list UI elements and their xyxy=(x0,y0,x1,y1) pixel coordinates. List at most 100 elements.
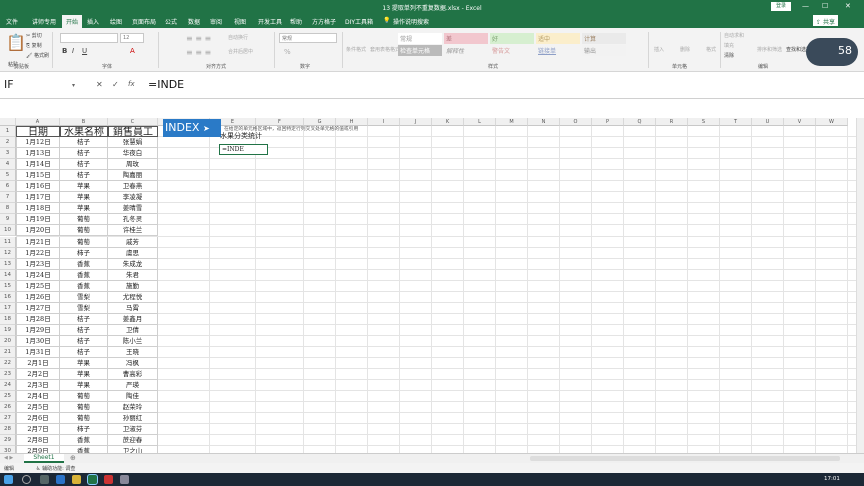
column-header[interactable]: V xyxy=(784,118,816,126)
app-icon[interactable] xyxy=(120,475,129,484)
table-cell[interactable]: 桔子 xyxy=(60,159,108,171)
close-button[interactable]: ✕ xyxy=(845,2,851,10)
tab-0[interactable]: 文件 xyxy=(6,17,18,26)
row-header[interactable]: 26 xyxy=(0,402,16,414)
row-header[interactable]: 28 xyxy=(0,424,16,436)
scroll-left-icon[interactable]: ◀ ▶ xyxy=(4,455,13,461)
table-cell[interactable]: 1月12日 xyxy=(16,137,60,149)
wrap-text-button[interactable]: 自动换行 xyxy=(228,34,248,41)
table-cell[interactable]: 虞思 xyxy=(108,247,158,259)
sheet-tab[interactable]: Sheet1 xyxy=(24,454,64,463)
format-cells-button[interactable]: 格式 xyxy=(706,46,716,53)
enter-icon[interactable]: ✓ xyxy=(112,80,119,89)
table-cell[interactable]: 1月22日 xyxy=(16,247,60,259)
table-cell[interactable]: 朱君 xyxy=(108,269,158,281)
style-bad[interactable]: 差 xyxy=(444,33,488,44)
autocomplete-suggestion[interactable]: INDEX ➤ xyxy=(163,119,221,137)
column-header[interactable]: I xyxy=(368,118,400,126)
table-cell[interactable]: 葡萄 xyxy=(60,225,108,237)
insert-function-icon[interactable]: fx xyxy=(128,80,135,88)
cancel-icon[interactable]: ✕ xyxy=(96,80,103,89)
row-header[interactable]: 12 xyxy=(0,247,16,259)
table-cell[interactable]: 1月20日 xyxy=(16,225,60,237)
table-cell[interactable]: 桔子 xyxy=(60,170,108,182)
table-cell[interactable]: 1月26日 xyxy=(16,291,60,303)
table-cell[interactable]: 朱成龙 xyxy=(108,258,158,270)
table-cell[interactable]: 2月1日 xyxy=(16,358,60,370)
table-cell[interactable]: 苹果 xyxy=(60,380,108,392)
style-warning[interactable]: 警告文 xyxy=(490,45,534,56)
insert-cells-button[interactable]: 插入 xyxy=(654,46,664,53)
sort-filter-button[interactable]: 排序和筛选 xyxy=(757,46,782,53)
table-cell[interactable]: 2月4日 xyxy=(16,391,60,403)
table-cell[interactable]: 孙丽红 xyxy=(108,413,158,425)
tab-5[interactable]: 页面布局 xyxy=(132,17,156,26)
row-header[interactable]: 16 xyxy=(0,291,16,303)
table-cell[interactable]: 张慧娟 xyxy=(108,137,158,149)
table-cell[interactable]: 1月15日 xyxy=(16,170,60,182)
table-cell[interactable]: 许桂兰 xyxy=(108,225,158,237)
merge-center-button[interactable]: 合并后居中 xyxy=(228,48,253,55)
table-cell[interactable]: 1月21日 xyxy=(16,236,60,248)
table-cell[interactable]: 李凌凝 xyxy=(108,192,158,204)
align-top-icon[interactable]: ≡ ≡ ≡ xyxy=(186,34,211,43)
row-header[interactable]: 18 xyxy=(0,313,16,325)
table-cell[interactable]: 马霄 xyxy=(108,302,158,314)
table-cell[interactable]: 卫春燕 xyxy=(108,181,158,193)
table-cell[interactable]: 卫倩 xyxy=(108,324,158,336)
column-header[interactable]: A xyxy=(16,118,60,126)
table-cell[interactable]: 陶佳 xyxy=(108,391,158,403)
style-good[interactable]: 好 xyxy=(490,33,534,44)
conditional-format-button[interactable]: 条件格式 xyxy=(346,46,366,53)
table-cell[interactable]: 蔗迎春 xyxy=(108,435,158,447)
table-cell[interactable]: 2月2日 xyxy=(16,369,60,381)
bold-button[interactable]: B xyxy=(62,47,67,55)
table-cell[interactable]: 陶嘉丽 xyxy=(108,170,158,182)
row-header[interactable]: 15 xyxy=(0,280,16,292)
style-output[interactable]: 输出 xyxy=(582,45,626,56)
table-cell[interactable]: 葡萄 xyxy=(60,214,108,226)
table-cell[interactable]: 严瑛 xyxy=(108,380,158,392)
table-cell[interactable]: 香蕉 xyxy=(60,435,108,447)
style-check-cell[interactable]: 检查单元格 xyxy=(398,45,442,56)
row-header[interactable]: 22 xyxy=(0,358,16,370)
tab-12[interactable]: 方方格子 xyxy=(312,17,336,26)
column-header[interactable]: L xyxy=(464,118,496,126)
table-cell[interactable]: 2月8日 xyxy=(16,435,60,447)
vertical-scrollbar[interactable] xyxy=(856,118,864,453)
chevron-down-icon[interactable]: ▾ xyxy=(72,82,75,89)
table-cell[interactable]: 华夜白 xyxy=(108,148,158,160)
column-header[interactable]: R xyxy=(656,118,688,126)
row-header[interactable]: 11 xyxy=(0,236,16,248)
column-header[interactable]: B xyxy=(60,118,108,126)
row-header[interactable]: 4 xyxy=(0,159,16,171)
tab-11[interactable]: 帮助 xyxy=(290,17,302,26)
table-cell[interactable]: 葡萄 xyxy=(60,413,108,425)
number-format-box[interactable]: 常规 xyxy=(279,33,337,43)
table-header-cell[interactable]: 水果名称 xyxy=(60,126,108,138)
column-header[interactable]: Q xyxy=(624,118,656,126)
table-cell[interactable]: 2月7日 xyxy=(16,424,60,436)
autosum-button[interactable]: 自动求和 xyxy=(724,32,744,39)
table-cell[interactable]: 桔子 xyxy=(60,324,108,336)
table-cell[interactable]: 姜鑫月 xyxy=(108,313,158,325)
table-cell[interactable]: 1月25日 xyxy=(16,280,60,292)
row-header[interactable]: 9 xyxy=(0,214,16,226)
style-calculation[interactable]: 计算 xyxy=(582,33,626,44)
table-cell[interactable]: 1月31日 xyxy=(16,347,60,359)
maximize-button[interactable]: ☐ xyxy=(822,2,828,10)
table-cell[interactable]: 香蕉 xyxy=(60,258,108,270)
table-cell[interactable]: 卫淑芬 xyxy=(108,424,158,436)
paste-icon[interactable]: 📋 xyxy=(6,33,26,52)
table-format-button[interactable]: 套用表格格式 xyxy=(370,46,400,53)
row-header[interactable]: 21 xyxy=(0,347,16,359)
search-icon[interactable] xyxy=(22,475,31,484)
table-cell[interactable]: 香蕉 xyxy=(60,280,108,292)
table-cell[interactable]: 葡萄 xyxy=(60,402,108,414)
table-cell[interactable]: 苹果 xyxy=(60,192,108,204)
font-name-box[interactable] xyxy=(60,33,118,43)
table-cell[interactable]: 赵荣玲 xyxy=(108,402,158,414)
table-cell[interactable]: 尤程悦 xyxy=(108,291,158,303)
table-cell[interactable]: 苹果 xyxy=(60,181,108,193)
tab-9[interactable]: 视图 xyxy=(234,17,246,26)
